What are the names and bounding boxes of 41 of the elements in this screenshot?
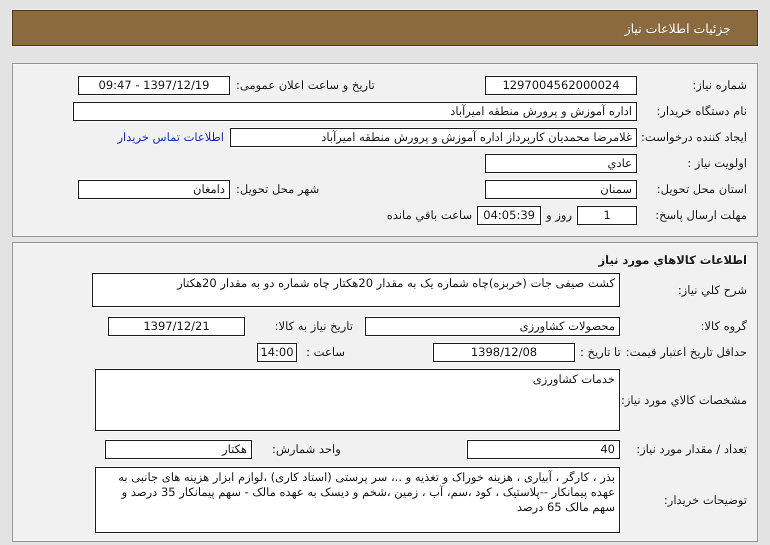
field-label: شرح کلي نیاز: — [676, 283, 748, 297]
read-only-field: 04:05:39 — [477, 206, 542, 224]
read-only-field: سمنان — [485, 180, 637, 198]
read-only-field: محصولات کشاورزی — [365, 316, 620, 336]
read-only-field: 14:00 — [256, 342, 297, 362]
field-label: تاریخ نیاز به کالا: — [274, 319, 354, 333]
read-only-field: 1397/12/21 — [108, 316, 245, 336]
field-label: مهلت ارسال پاسخ: — [654, 208, 748, 222]
read-only-field: 1398/12/08 — [432, 342, 575, 362]
notes-box: بذر ، کارگر ، آبیاری ، هزینه خوراک و تغذیه و ..، سر پرستی (استاد کاری) ،لوازم ابزار هزینه های جانبی به عهده پیمانکار --پلاستیک ، کود ،سم، آب ، زمین ،شخم و دیسک به عهده مالک - سهم پیمانکار 35 درصد و سهم مالک 65 درصد — [95, 467, 620, 533]
read-only-field: 1297004562000024 — [485, 76, 637, 94]
field-label: اولویت نیاز : — [686, 156, 748, 170]
read-only-field: 1 — [577, 206, 637, 224]
remaining-text: ساعت باقي مانده — [386, 208, 474, 222]
field-label: مشخصات کالاي مورد نیاز: — [620, 393, 748, 407]
read-only-field: غلامرضا محمدیان کارپرداز اداره آموزش و پرورش منطقه امیرآباد — [230, 128, 637, 146]
field-label: ایجاد کننده درخواست: — [640, 130, 748, 144]
field-label: واحد شمارش: — [271, 442, 342, 456]
read-only-field: 40 — [467, 440, 620, 458]
field-label: تعداد / مقدار مورد نیاز: — [635, 442, 748, 456]
field-label: شهر محل تحویل: — [235, 182, 320, 196]
read-only-field: عادي — [485, 154, 637, 172]
field-label: استان محل تحویل: — [656, 182, 748, 196]
field-label: تاریخ و ساعت اعلان عمومی: — [235, 78, 376, 92]
read-only-field: 1397/12/19 - 09:47 — [78, 76, 230, 94]
field-label: تا تاریخ : — [578, 345, 622, 359]
field-label: ساعت : — [305, 345, 346, 359]
field-label: توضیحات خریدار: — [662, 493, 748, 507]
field-label: حداقل تاریخ اعتبار قیمت: — [626, 345, 748, 359]
read-only-field: اداره آموزش و پرورش منطقه امیرآباد — [73, 102, 637, 120]
section-title: اطلاعات کالاهاي مورد نیاز — [597, 253, 748, 267]
field-label: گروه کالا: — [700, 319, 748, 333]
description-box: کشت صیفی جات (خربزه)چاه شماره یک به مقدار 20هکتار چاه شماره دو به مقدار 20هکتار — [92, 273, 620, 307]
specs-box: خدمات کشاورزی — [95, 369, 620, 431]
field-label: شماره نیاز: — [691, 78, 748, 92]
days-text: روز و — [544, 208, 573, 222]
read-only-field: دامغان — [78, 180, 230, 198]
contact-link[interactable]: اطلاعات تماس خریدار — [117, 130, 230, 144]
page-title: جزئیات اطلاعات نیاز — [624, 20, 731, 36]
field-label: نام دستگاه خریدار: — [655, 104, 748, 118]
read-only-field: هکتار — [105, 440, 252, 458]
